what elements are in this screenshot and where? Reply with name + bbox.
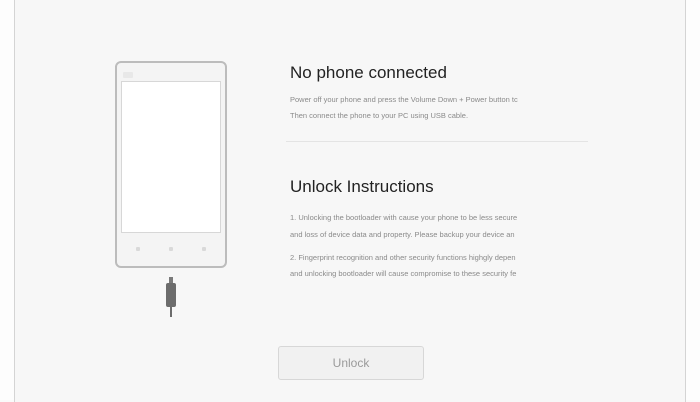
phone-logo-icon xyxy=(123,72,133,78)
instruction-2-line-2: and unlocking bootloader will cause comp… xyxy=(290,269,517,278)
phone-illustration-icon xyxy=(115,61,227,268)
instruction-1-line-1: 1. Unlocking the bootloader with cause y… xyxy=(290,213,518,222)
unlock-button[interactable]: Unlock xyxy=(278,346,424,380)
status-instruction-line-2: Then connect the phone to your PC using … xyxy=(290,111,469,120)
phone-screen xyxy=(121,81,221,233)
home-key-icon xyxy=(168,247,173,251)
menu-key-icon xyxy=(135,247,140,251)
back-key-icon xyxy=(202,247,207,251)
instruction-1-line-2: and loss of device data and property. Pl… xyxy=(290,230,515,239)
usb-cable-icon xyxy=(166,277,176,317)
outer-margin-right xyxy=(686,0,700,400)
no-phone-connected-title: No phone connected xyxy=(290,63,447,82)
instruction-2-line-1: 2. Fingerprint recognition and other sec… xyxy=(290,253,516,262)
section-divider xyxy=(286,141,588,142)
outer-margin-left xyxy=(0,0,14,400)
phone-navbar xyxy=(121,237,221,261)
status-instruction-line-1: Power off your phone and press the Volum… xyxy=(290,95,518,104)
unlock-instructions-title: Unlock Instructions xyxy=(290,177,434,196)
